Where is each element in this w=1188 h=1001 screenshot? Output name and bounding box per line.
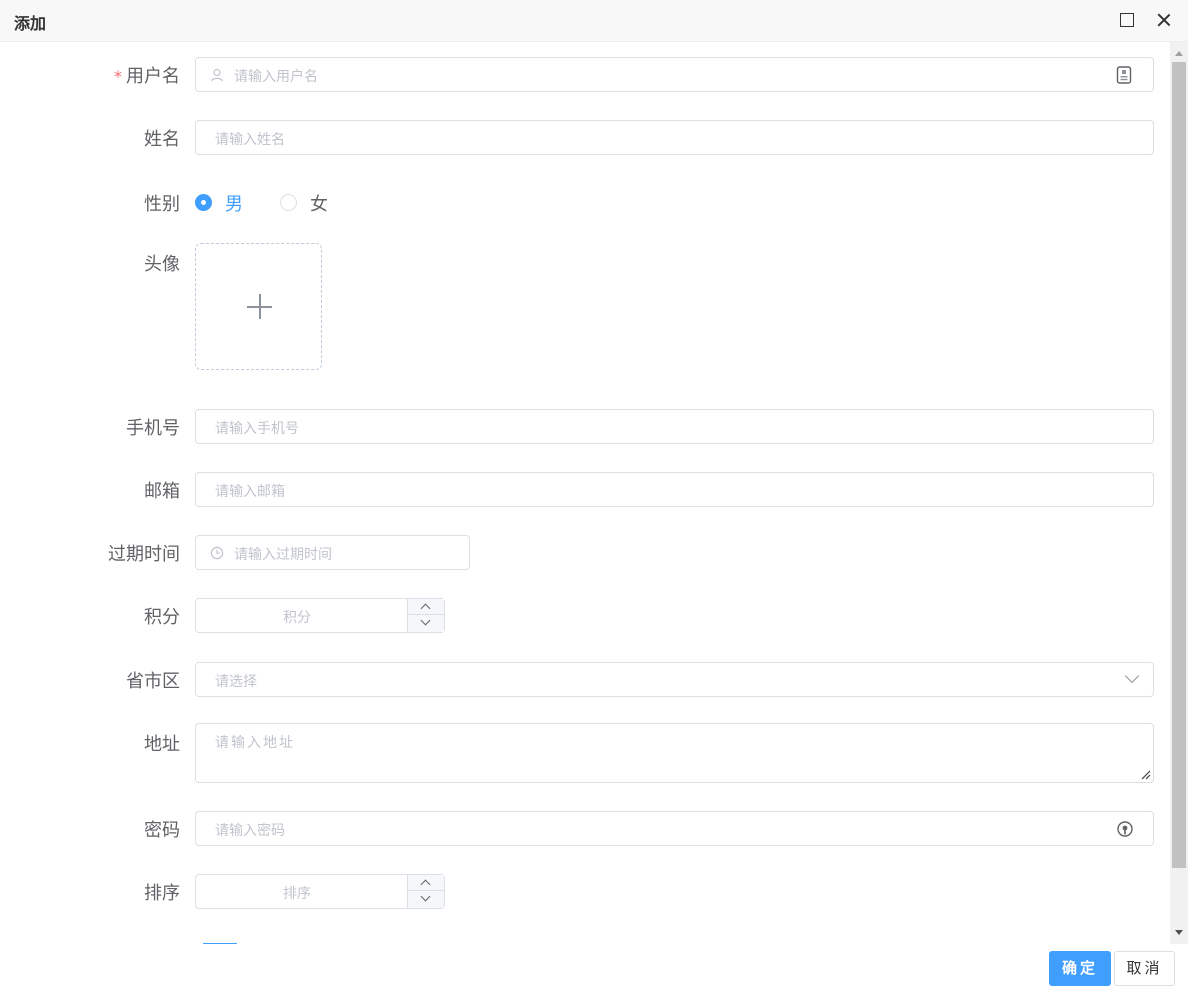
partially-visible-control: [203, 943, 237, 944]
password-label: 密码: [144, 820, 180, 841]
name-input[interactable]: 请输入姓名: [195, 120, 1154, 155]
points-label: 积分: [144, 607, 180, 628]
gender-label: 性别: [144, 194, 180, 215]
phone-label: 手机号: [126, 418, 180, 439]
close-icon[interactable]: [1155, 11, 1173, 29]
chevron-up-icon: [420, 603, 431, 614]
scrollbar[interactable]: [1170, 42, 1188, 944]
chevron-down-icon: [420, 891, 431, 902]
avatar-label: 头像: [144, 254, 180, 275]
form-scroll-area: * 用户名 请输入用户名 姓名 请输入姓名 性别 男 女 头像 手机号 请输入手…: [0, 42, 1170, 944]
scroll-thumb[interactable]: [1172, 62, 1186, 868]
points-number-input[interactable]: 积分: [195, 598, 445, 633]
sort-label: 排序: [144, 883, 180, 904]
clock-icon: [210, 546, 224, 560]
password-input[interactable]: 请输入密码: [195, 811, 1154, 846]
scroll-down-icon[interactable]: [1175, 930, 1183, 935]
increase-button[interactable]: [408, 875, 444, 891]
sort-number-input[interactable]: 排序: [195, 874, 445, 909]
address-label: 地址: [144, 734, 180, 755]
email-input[interactable]: 请输入邮箱: [195, 472, 1154, 507]
confirm-button[interactable]: 确定: [1049, 951, 1111, 986]
add-dialog: 添加 * 用户名 请输入用户名 姓名 请输入姓名 性别 男 女 头像 手机号 请…: [0, 0, 1188, 1001]
address-textarea[interactable]: 请输入地址: [195, 723, 1154, 783]
username-label: * 用户名: [114, 66, 180, 87]
chevron-down-icon: [1124, 668, 1140, 684]
name-label: 姓名: [144, 129, 180, 150]
dialog-title: 添加: [14, 14, 47, 33]
decrease-button[interactable]: [408, 615, 444, 632]
maximize-icon[interactable]: [1118, 11, 1136, 29]
decrease-button[interactable]: [408, 891, 444, 908]
chevron-up-icon: [420, 879, 431, 890]
region-select[interactable]: 请选择: [195, 662, 1154, 697]
email-label: 邮箱: [144, 481, 180, 502]
expire-date-input[interactable]: 请输入过期时间: [195, 535, 470, 570]
expire-label: 过期时间: [108, 544, 180, 565]
region-label: 省市区: [126, 671, 180, 692]
cancel-button[interactable]: 取消: [1114, 951, 1175, 986]
user-icon: [210, 68, 224, 82]
password-key-icon[interactable]: [1116, 820, 1134, 838]
dialog-titlebar: 添加: [0, 0, 1188, 42]
scroll-up-icon[interactable]: [1175, 51, 1183, 56]
username-input[interactable]: 请输入用户名: [195, 57, 1154, 92]
resize-handle-icon[interactable]: [1141, 770, 1151, 780]
increase-button[interactable]: [408, 599, 444, 615]
phone-input[interactable]: 请输入手机号: [195, 409, 1154, 444]
chevron-down-icon: [420, 615, 431, 626]
avatar-upload[interactable]: [195, 243, 322, 370]
id-card-icon[interactable]: [1116, 66, 1132, 84]
